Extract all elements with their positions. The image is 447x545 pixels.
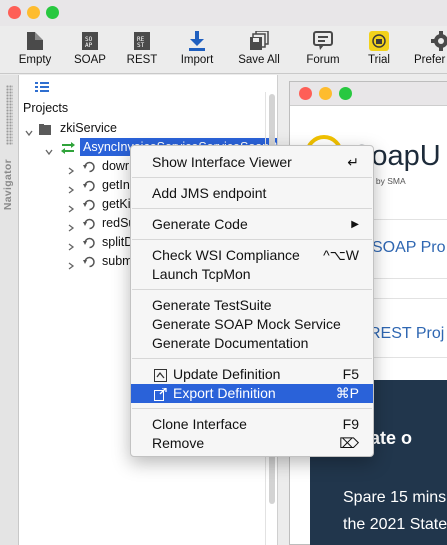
chevron-right-icon[interactable] (67, 257, 75, 270)
menu-item-generate-soap-mock-service[interactable]: Generate SOAP Mock Service (131, 315, 373, 334)
list-view-icon[interactable] (35, 81, 49, 93)
soap-project-icon: SO AP (79, 31, 101, 51)
tree-row-operation[interactable]: splitD (67, 233, 133, 251)
soap-project-button[interactable]: SO AP SOAP (70, 31, 110, 71)
forum-button[interactable]: Forum (302, 31, 344, 71)
menu-item-add-jms-endpoint[interactable]: Add JMS endpoint (131, 184, 373, 203)
preferences-button[interactable]: Prefer (414, 31, 447, 71)
chevron-right-icon[interactable] (67, 162, 75, 175)
context-menu: Show Interface Viewer ↵ Add JMS endpoint… (130, 145, 374, 457)
rest-project-icon: RE ST (131, 31, 153, 51)
submenu-arrow-icon: ▶ (351, 219, 359, 230)
update-definition-icon (154, 368, 167, 382)
menu-item-generate-code[interactable]: Generate Code ▶ (131, 215, 373, 234)
banner-line: Spare 15 mins (343, 489, 447, 506)
menu-item-generate-testsuite[interactable]: Generate TestSuite (131, 296, 373, 315)
trial-icon (368, 31, 390, 51)
menu-separator (132, 408, 372, 409)
project-name: zkiService (60, 121, 117, 135)
menu-item-launch-tcpmon[interactable]: Launch TcpMon (131, 265, 373, 284)
save-all-icon (248, 30, 270, 51)
close-window-button[interactable] (299, 87, 312, 100)
main-toolbar: Empty SO AP SOAP RE ST REST Import Save Al… (0, 26, 447, 74)
operation-name: subm (102, 254, 133, 268)
projects-heading: Projects (23, 101, 69, 115)
menu-item-clone-interface[interactable]: Clone Interface F9 (131, 415, 373, 434)
operation-name: getIn (102, 178, 130, 192)
empty-project-button[interactable]: Empty (15, 31, 55, 71)
preferences-icon (430, 31, 447, 51)
banner-line: the 2021 State (343, 516, 447, 533)
tree-row-operation[interactable]: redSu (67, 214, 135, 232)
rest-project-button[interactable]: RE ST REST (122, 31, 162, 71)
minimize-window-button[interactable] (27, 6, 40, 19)
chevron-right-icon[interactable] (67, 200, 75, 213)
tree-row-operation[interactable]: getKi (67, 195, 131, 213)
import-icon (186, 31, 208, 51)
navigator-tab[interactable]: Navigator (0, 75, 19, 545)
promo-soap-text: SOAP Pro (372, 239, 446, 256)
operation-name: dowr (102, 159, 130, 173)
navigator-tab-label: Navigator (2, 159, 14, 211)
chevron-down-icon[interactable] (25, 124, 33, 137)
maximize-window-button[interactable] (339, 87, 352, 100)
banner-body: Spare 15 mins the 2021 State (343, 484, 447, 538)
operation-name: getKi (102, 197, 131, 211)
menu-item-update-definition[interactable]: Update Definition F5 (131, 365, 373, 384)
chevron-right-icon[interactable] (67, 181, 75, 194)
chevron-right-icon[interactable] (67, 238, 75, 251)
menu-separator (132, 208, 372, 209)
chevron-right-icon[interactable] (67, 219, 75, 232)
svg-text:AP: AP (85, 42, 93, 49)
empty-project-icon (24, 31, 46, 51)
inner-title-bar (290, 82, 447, 106)
menu-separator (132, 289, 372, 290)
menu-item-remove[interactable]: Remove ⌦ (131, 434, 373, 453)
forum-icon (312, 31, 334, 51)
drag-grip-icon[interactable] (6, 85, 13, 145)
close-window-button[interactable] (8, 6, 21, 19)
save-all-button[interactable]: Save All (236, 30, 282, 71)
interface-icon (61, 141, 75, 156)
tree-row-operation[interactable]: getIn (67, 176, 130, 194)
menu-separator (132, 177, 372, 178)
menu-item-generate-documentation[interactable]: Generate Documentation (131, 334, 373, 353)
menu-separator (132, 358, 372, 359)
tree-row-project[interactable]: zkiService (25, 119, 275, 137)
tree-row-operation[interactable]: subm (67, 252, 133, 273)
delete-key-icon: ⌦ (339, 435, 359, 451)
tree-row-operation[interactable]: dowr (67, 157, 130, 175)
svg-text:ST: ST (137, 42, 145, 49)
promo-rest-text: REST Proj (369, 325, 445, 342)
operation-name: splitD (102, 235, 134, 249)
operation-icon (83, 255, 96, 273)
menu-item-show-interface-viewer[interactable]: Show Interface Viewer ↵ (131, 153, 373, 172)
return-key-icon: ↵ (347, 154, 359, 170)
chevron-down-icon[interactable] (45, 143, 53, 156)
trial-button[interactable]: Trial (361, 31, 397, 71)
export-definition-icon (154, 387, 167, 401)
menu-item-export-definition[interactable]: Export Definition ⌘P (131, 384, 373, 403)
maximize-window-button[interactable] (46, 6, 59, 19)
import-button[interactable]: Import (176, 31, 218, 71)
menu-separator (132, 239, 372, 240)
menu-item-check-wsi-compliance[interactable]: Check WSI Compliance ^⌥W (131, 246, 373, 265)
minimize-window-button[interactable] (319, 87, 332, 100)
title-bar (0, 0, 447, 26)
